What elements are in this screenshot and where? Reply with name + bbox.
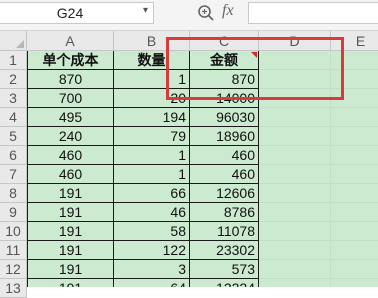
empty-cell[interactable] <box>331 184 378 203</box>
table-cell[interactable]: 3 <box>114 260 190 279</box>
row-header-9[interactable]: 9 <box>0 203 27 222</box>
chevron-down-icon[interactable]: ▾ <box>143 5 148 16</box>
row-header-6[interactable]: 6 <box>0 146 27 165</box>
table-cell[interactable]: 460 <box>190 146 259 165</box>
row-header-12[interactable]: 12 <box>0 260 27 279</box>
table-cell[interactable]: 870 <box>27 70 114 89</box>
table-cell[interactable]: 18960 <box>190 127 259 146</box>
empty-cell[interactable] <box>259 146 331 165</box>
table-cell[interactable]: 1 <box>114 146 190 165</box>
empty-cell[interactable] <box>259 279 331 287</box>
empty-cell[interactable] <box>259 127 331 146</box>
highlight-annotation <box>166 37 344 100</box>
empty-cell[interactable] <box>331 279 378 287</box>
name-box-value: G24 <box>56 5 84 21</box>
column-header-a[interactable]: A <box>27 31 114 51</box>
row-header-3[interactable]: 3 <box>0 89 27 108</box>
table-cell[interactable]: 64 <box>114 279 190 287</box>
table-cell[interactable]: 12606 <box>190 184 259 203</box>
table-cell[interactable]: 79 <box>114 127 190 146</box>
table-cell[interactable]: 191 <box>27 203 114 222</box>
empty-cell[interactable] <box>331 165 378 184</box>
empty-cell[interactable] <box>331 222 378 241</box>
row-header-1[interactable]: 1 <box>0 51 27 70</box>
empty-cell[interactable] <box>259 108 331 127</box>
empty-cell[interactable] <box>331 260 378 279</box>
empty-cell[interactable] <box>259 222 331 241</box>
table-cell[interactable]: 573 <box>190 260 259 279</box>
empty-cell[interactable] <box>331 108 378 127</box>
table-cell[interactable]: 46 <box>114 203 190 222</box>
row-header-11[interactable]: 11 <box>0 241 27 260</box>
table-cell[interactable]: 96030 <box>190 108 259 127</box>
table-cell[interactable]: 495 <box>27 108 114 127</box>
table-cell[interactable]: 240 <box>27 127 114 146</box>
table-cell[interactable]: 122 <box>114 241 190 260</box>
row-header-8[interactable]: 8 <box>0 184 27 203</box>
name-box[interactable]: G24 ▾ <box>0 2 154 24</box>
table-cell[interactable]: 191 <box>27 222 114 241</box>
table-cell[interactable]: 66 <box>114 184 190 203</box>
empty-cell[interactable] <box>259 165 331 184</box>
row-header-10[interactable]: 10 <box>0 222 27 241</box>
table-cell[interactable]: 460 <box>190 165 259 184</box>
table-cell[interactable]: 460 <box>27 165 114 184</box>
empty-cell[interactable] <box>259 203 331 222</box>
select-all-corner[interactable] <box>0 31 27 51</box>
formula-input[interactable] <box>248 2 378 24</box>
empty-cell[interactable] <box>259 260 331 279</box>
empty-cell[interactable] <box>331 146 378 165</box>
row-header-7[interactable]: 7 <box>0 165 27 184</box>
empty-cell[interactable] <box>331 203 378 222</box>
table-cell[interactable]: 12224 <box>190 279 259 287</box>
header-cell[interactable]: 单个成本 <box>27 51 114 70</box>
fx-icon[interactable]: fx <box>222 2 234 20</box>
table-cell[interactable]: 11078 <box>190 222 259 241</box>
table-cell[interactable]: 700 <box>27 89 114 108</box>
row-header-4[interactable]: 4 <box>0 108 27 127</box>
empty-cell[interactable] <box>331 127 378 146</box>
empty-cell[interactable] <box>259 241 331 260</box>
table-cell[interactable]: 58 <box>114 222 190 241</box>
table-cell[interactable]: 460 <box>27 146 114 165</box>
formula-bar: G24 ▾ fx <box>0 0 378 31</box>
zoom-formula-icon[interactable] <box>197 4 215 22</box>
table-cell[interactable]: 8786 <box>190 203 259 222</box>
row-header-5[interactable]: 5 <box>0 127 27 146</box>
table-cell[interactable]: 23302 <box>190 241 259 260</box>
table-cell[interactable]: 194 <box>114 108 190 127</box>
table-cell[interactable]: 191 <box>27 279 114 287</box>
empty-cell[interactable] <box>259 184 331 203</box>
table-cell[interactable]: 191 <box>27 241 114 260</box>
table-cell[interactable]: 191 <box>27 260 114 279</box>
row-header-2[interactable]: 2 <box>0 70 27 89</box>
table-cell[interactable]: 191 <box>27 184 114 203</box>
row-header-13[interactable]: 13 <box>0 279 27 298</box>
empty-cell[interactable] <box>331 241 378 260</box>
table-cell[interactable]: 1 <box>114 165 190 184</box>
